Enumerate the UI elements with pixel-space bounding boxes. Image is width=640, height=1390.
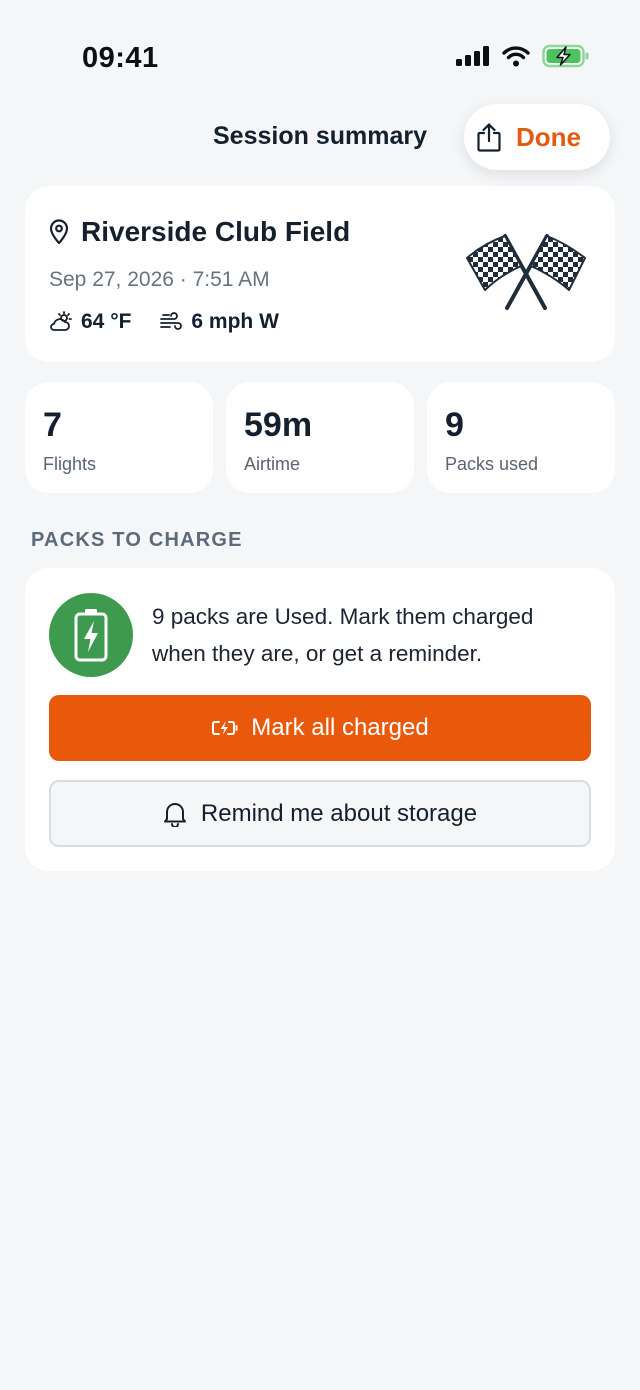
share-icon	[477, 123, 501, 152]
section-header-packs: PACKS TO CHARGE	[31, 529, 243, 551]
status-bar: 09:41	[0, 0, 640, 100]
battery-status-icon	[542, 44, 589, 68]
wifi-icon	[502, 46, 530, 67]
temperature: 64 °F	[81, 310, 132, 333]
battery-icon	[74, 609, 108, 662]
done-button[interactable]: Done	[516, 122, 581, 153]
wind-icon	[160, 312, 183, 330]
remind-storage-label: Remind me about storage	[200, 799, 478, 827]
weather-icon	[50, 311, 72, 331]
stat-label: Packs used	[445, 454, 539, 474]
status-icons	[456, 44, 590, 68]
session-date: Sep 27, 2026 · 7:51 AM	[49, 268, 270, 291]
stat-card-airtime: 59m Airtime	[226, 382, 414, 493]
signal-icon	[456, 46, 489, 66]
stat-card-packs-used: 9 Packs used	[427, 382, 615, 493]
packs-to-charge-card: 9 packs are Used. Mark them charged when…	[25, 568, 615, 871]
battery-badge	[49, 593, 133, 677]
charge-message: 9 packs are Used. Mark them charged when…	[152, 604, 534, 666]
venue-name-row: Riverside Club Field	[49, 216, 350, 248]
weather-row: 64 °F 6 mph W	[49, 310, 279, 334]
venue-name: Riverside Club Field	[81, 216, 351, 247]
nav-actions: Done	[464, 104, 610, 170]
stat-value: 59m	[244, 406, 313, 444]
share-button[interactable]	[476, 122, 502, 152]
wind-speed: 6 mph W	[191, 310, 279, 333]
flags-icon	[466, 234, 586, 310]
mark-all-charged-button[interactable]: Mark all charged	[49, 695, 591, 761]
stat-value: 7	[43, 406, 62, 444]
stat-label: Flights	[43, 454, 97, 474]
bell-icon	[163, 802, 186, 827]
stat-card-flights: 7 Flights	[25, 382, 213, 493]
stat-label: Airtime	[244, 454, 301, 474]
status-time: 09:41	[82, 42, 159, 74]
remind-storage-button[interactable]: Remind me about storage	[49, 780, 591, 847]
venue-card: Riverside Club Field Sep 27, 2026 · 7:51…	[25, 186, 615, 362]
pin-icon	[49, 219, 69, 245]
charging-icon	[212, 721, 238, 735]
mark-all-charged-label: Mark all charged	[251, 714, 429, 741]
stat-value: 9	[445, 406, 464, 444]
